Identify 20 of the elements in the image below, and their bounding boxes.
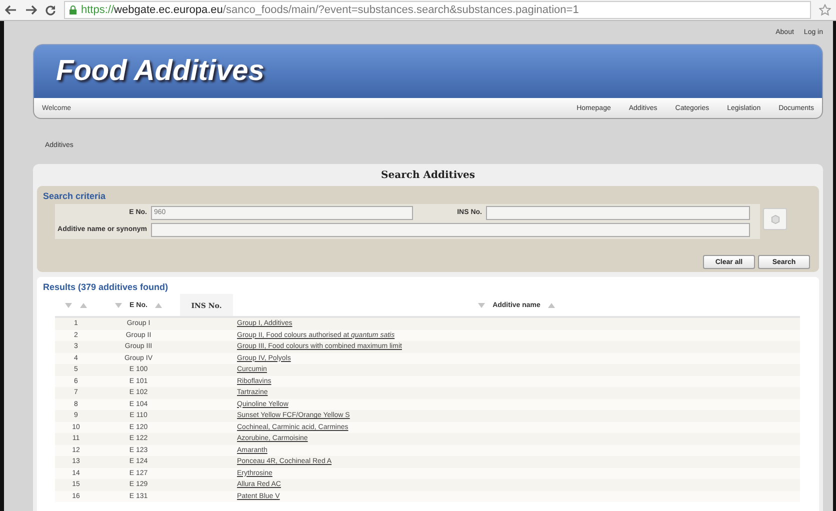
input-field[interactable] [151,223,750,237]
sort-up-icon[interactable] [80,302,87,308]
bookmark-star-icon[interactable] [819,4,831,16]
sort-up-icon[interactable] [548,302,556,308]
icon-button[interactable] [763,208,787,230]
sort-down-icon[interactable] [65,302,72,308]
sort-down-icon[interactable] [478,302,485,308]
section-title: Search criteria [43,190,107,203]
back-icon[interactable] [5,5,17,15]
url-text: https://webgate.ec.europa.eu/sanco_foods/main/?event=substances.search&substances.pagination=1 [81,4,579,16]
sort-up-icon[interactable] [155,302,162,308]
input-field[interactable] [486,206,750,220]
forward-icon[interactable] [25,5,37,15]
address-bar[interactable]: https://webgate.ec.europa.eu/sanco_foods/main/?event=substances.search&substances.pagination=1 [64,1,811,19]
lock-icon [69,5,77,15]
section-title: Results (379 additives found) [43,280,170,294]
page-title: Search Additives [380,168,476,182]
site-title: Food Additives [56,55,264,88]
sort-down-icon[interactable] [114,302,122,308]
reload-icon[interactable] [45,4,56,16]
